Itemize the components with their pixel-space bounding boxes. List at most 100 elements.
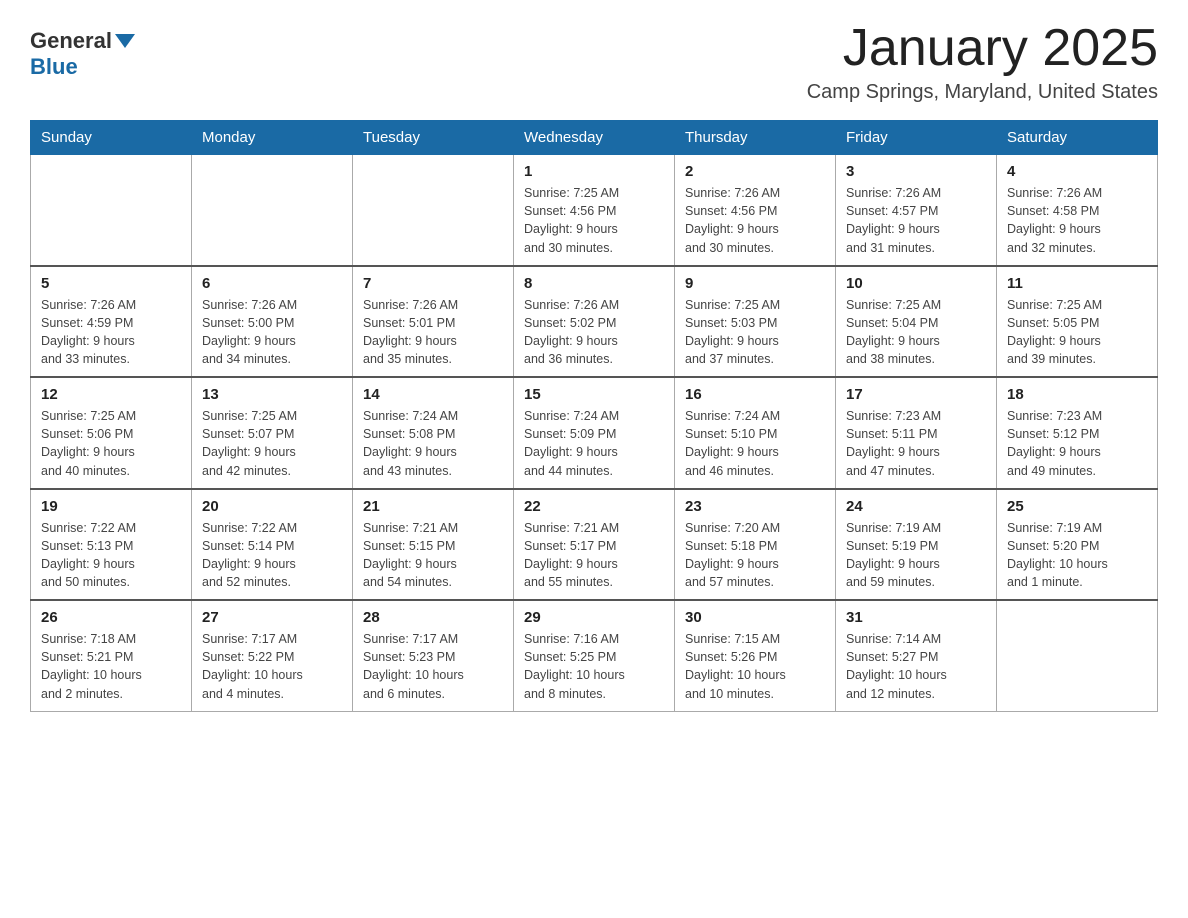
day-info: Sunrise: 7:24 AM Sunset: 5:08 PM Dayligh…	[363, 407, 503, 480]
header: General Blue January 2025 Camp Springs, …	[30, 20, 1158, 104]
day-info: Sunrise: 7:22 AM Sunset: 5:13 PM Dayligh…	[41, 519, 181, 592]
day-of-week-header: Saturday	[997, 121, 1158, 155]
day-of-week-header: Sunday	[31, 121, 192, 155]
day-of-week-header: Friday	[836, 121, 997, 155]
calendar-cell: 30 Sunrise: 7:15 AM Sunset: 5:26 PM Dayli…	[675, 600, 836, 711]
calendar-cell: 17 Sunrise: 7:23 AM Sunset: 5:11 PM Dayli…	[836, 377, 997, 489]
calendar-table: SundayMondayTuesdayWednesdayThursdayFrid…	[30, 120, 1158, 712]
day-info: Sunrise: 7:26 AM Sunset: 5:00 PM Dayligh…	[202, 296, 342, 369]
day-number: 25	[1007, 498, 1147, 515]
day-number: 7	[363, 275, 503, 292]
day-info: Sunrise: 7:26 AM Sunset: 4:58 PM Dayligh…	[1007, 184, 1147, 257]
day-number: 8	[524, 275, 664, 292]
calendar-cell: 1Sunrise: 7:25 AM Sunset: 4:56 PM Daylig…	[514, 155, 675, 266]
calendar-cell: 8Sunrise: 7:26 AM Sunset: 5:02 PM Daylig…	[514, 266, 675, 378]
calendar-week-row: 19 Sunrise: 7:22 AM Sunset: 5:13 PM Dayli…	[31, 489, 1158, 601]
day-info: Sunrise: 7:19 AM Sunset: 5:20 PM Dayligh…	[1007, 519, 1147, 592]
day-info: Sunrise: 7:14 AM Sunset: 5:27 PM Dayligh…	[846, 630, 986, 703]
calendar-cell: 6 Sunrise: 7:26 AM Sunset: 5:00 PM Daylig…	[192, 266, 353, 378]
days-header-row: SundayMondayTuesdayWednesdayThursdayFrid…	[31, 121, 1158, 155]
day-info: Sunrise: 7:25 AM Sunset: 4:56 PM Dayligh…	[524, 184, 664, 257]
calendar-cell: 27 Sunrise: 7:17 AM Sunset: 5:22 PM Dayli…	[192, 600, 353, 711]
title-area: January 2025 Camp Springs, Maryland, Uni…	[807, 20, 1158, 104]
calendar-cell: 7 Sunrise: 7:26 AM Sunset: 5:01 PM Daylig…	[353, 266, 514, 378]
calendar-cell: 13 Sunrise: 7:25 AM Sunset: 5:07 PM Dayli…	[192, 377, 353, 489]
day-number: 2	[685, 163, 825, 180]
day-info: Sunrise: 7:26 AM Sunset: 4:57 PM Dayligh…	[846, 184, 986, 257]
calendar-cell: 28 Sunrise: 7:17 AM Sunset: 5:23 PM Dayli…	[353, 600, 514, 711]
day-info: Sunrise: 7:25 AM Sunset: 5:05 PM Dayligh…	[1007, 296, 1147, 369]
day-info: Sunrise: 7:19 AM Sunset: 5:19 PM Dayligh…	[846, 519, 986, 592]
day-number: 22	[524, 498, 664, 515]
calendar-cell: 10 Sunrise: 7:25 AM Sunset: 5:04 PM Dayli…	[836, 266, 997, 378]
day-number: 6	[202, 275, 342, 292]
day-info: Sunrise: 7:15 AM Sunset: 5:26 PM Dayligh…	[685, 630, 825, 703]
calendar-cell: 19 Sunrise: 7:22 AM Sunset: 5:13 PM Dayli…	[31, 489, 192, 601]
day-number: 11	[1007, 275, 1147, 292]
day-info: Sunrise: 7:26 AM Sunset: 4:59 PM Dayligh…	[41, 296, 181, 369]
day-of-week-header: Wednesday	[514, 121, 675, 155]
calendar-cell: 4 Sunrise: 7:26 AM Sunset: 4:58 PM Daylig…	[997, 155, 1158, 266]
day-number: 30	[685, 609, 825, 626]
day-number: 14	[363, 386, 503, 403]
calendar-cell: 5 Sunrise: 7:26 AM Sunset: 4:59 PM Daylig…	[31, 266, 192, 378]
calendar-cell: 31 Sunrise: 7:14 AM Sunset: 5:27 PM Dayli…	[836, 600, 997, 711]
calendar-cell: 16 Sunrise: 7:24 AM Sunset: 5:10 PM Dayli…	[675, 377, 836, 489]
day-info: Sunrise: 7:17 AM Sunset: 5:22 PM Dayligh…	[202, 630, 342, 703]
day-number: 27	[202, 609, 342, 626]
day-number: 4	[1007, 163, 1147, 180]
calendar-week-row: 26 Sunrise: 7:18 AM Sunset: 5:21 PM Dayli…	[31, 600, 1158, 711]
day-number: 15	[524, 386, 664, 403]
calendar-cell	[31, 155, 192, 266]
calendar-cell	[353, 155, 514, 266]
day-info: Sunrise: 7:22 AM Sunset: 5:14 PM Dayligh…	[202, 519, 342, 592]
day-info: Sunrise: 7:24 AM Sunset: 5:10 PM Dayligh…	[685, 407, 825, 480]
day-info: Sunrise: 7:26 AM Sunset: 5:01 PM Dayligh…	[363, 296, 503, 369]
day-info: Sunrise: 7:20 AM Sunset: 5:18 PM Dayligh…	[685, 519, 825, 592]
logo-general-text: General	[30, 28, 112, 54]
day-number: 31	[846, 609, 986, 626]
day-number: 13	[202, 386, 342, 403]
calendar-cell: 14 Sunrise: 7:24 AM Sunset: 5:08 PM Dayli…	[353, 377, 514, 489]
day-of-week-header: Tuesday	[353, 121, 514, 155]
day-info: Sunrise: 7:24 AM Sunset: 5:09 PM Dayligh…	[524, 407, 664, 480]
calendar-cell: 18 Sunrise: 7:23 AM Sunset: 5:12 PM Dayli…	[997, 377, 1158, 489]
calendar-cell: 12Sunrise: 7:25 AM Sunset: 5:06 PM Dayli…	[31, 377, 192, 489]
day-info: Sunrise: 7:21 AM Sunset: 5:15 PM Dayligh…	[363, 519, 503, 592]
day-number: 21	[363, 498, 503, 515]
day-info: Sunrise: 7:25 AM Sunset: 5:07 PM Dayligh…	[202, 407, 342, 480]
calendar-cell: 21 Sunrise: 7:21 AM Sunset: 5:15 PM Dayli…	[353, 489, 514, 601]
day-of-week-header: Thursday	[675, 121, 836, 155]
calendar-title: January 2025	[807, 20, 1158, 77]
day-of-week-header: Monday	[192, 121, 353, 155]
calendar-cell: 15 Sunrise: 7:24 AM Sunset: 5:09 PM Dayli…	[514, 377, 675, 489]
day-number: 20	[202, 498, 342, 515]
day-number: 5	[41, 275, 181, 292]
day-info: Sunrise: 7:17 AM Sunset: 5:23 PM Dayligh…	[363, 630, 503, 703]
day-info: Sunrise: 7:26 AM Sunset: 4:56 PM Dayligh…	[685, 184, 825, 257]
day-number: 28	[363, 609, 503, 626]
calendar-cell: 26 Sunrise: 7:18 AM Sunset: 5:21 PM Dayli…	[31, 600, 192, 711]
calendar-week-row: 5 Sunrise: 7:26 AM Sunset: 4:59 PM Daylig…	[31, 266, 1158, 378]
day-number: 26	[41, 609, 181, 626]
calendar-week-row: 1Sunrise: 7:25 AM Sunset: 4:56 PM Daylig…	[31, 155, 1158, 266]
calendar-cell	[997, 600, 1158, 711]
day-number: 24	[846, 498, 986, 515]
day-info: Sunrise: 7:25 AM Sunset: 5:04 PM Dayligh…	[846, 296, 986, 369]
day-info: Sunrise: 7:25 AM Sunset: 5:06 PM Dayligh…	[41, 407, 181, 480]
day-number: 17	[846, 386, 986, 403]
day-info: Sunrise: 7:18 AM Sunset: 5:21 PM Dayligh…	[41, 630, 181, 703]
calendar-week-row: 12Sunrise: 7:25 AM Sunset: 5:06 PM Dayli…	[31, 377, 1158, 489]
day-info: Sunrise: 7:23 AM Sunset: 5:12 PM Dayligh…	[1007, 407, 1147, 480]
calendar-cell: 11 Sunrise: 7:25 AM Sunset: 5:05 PM Dayli…	[997, 266, 1158, 378]
day-number: 10	[846, 275, 986, 292]
day-number: 18	[1007, 386, 1147, 403]
day-number: 23	[685, 498, 825, 515]
day-number: 29	[524, 609, 664, 626]
day-number: 19	[41, 498, 181, 515]
calendar-cell: 3Sunrise: 7:26 AM Sunset: 4:57 PM Daylig…	[836, 155, 997, 266]
day-info: Sunrise: 7:23 AM Sunset: 5:11 PM Dayligh…	[846, 407, 986, 480]
day-info: Sunrise: 7:16 AM Sunset: 5:25 PM Dayligh…	[524, 630, 664, 703]
logo: General Blue	[30, 20, 138, 80]
day-number: 16	[685, 386, 825, 403]
